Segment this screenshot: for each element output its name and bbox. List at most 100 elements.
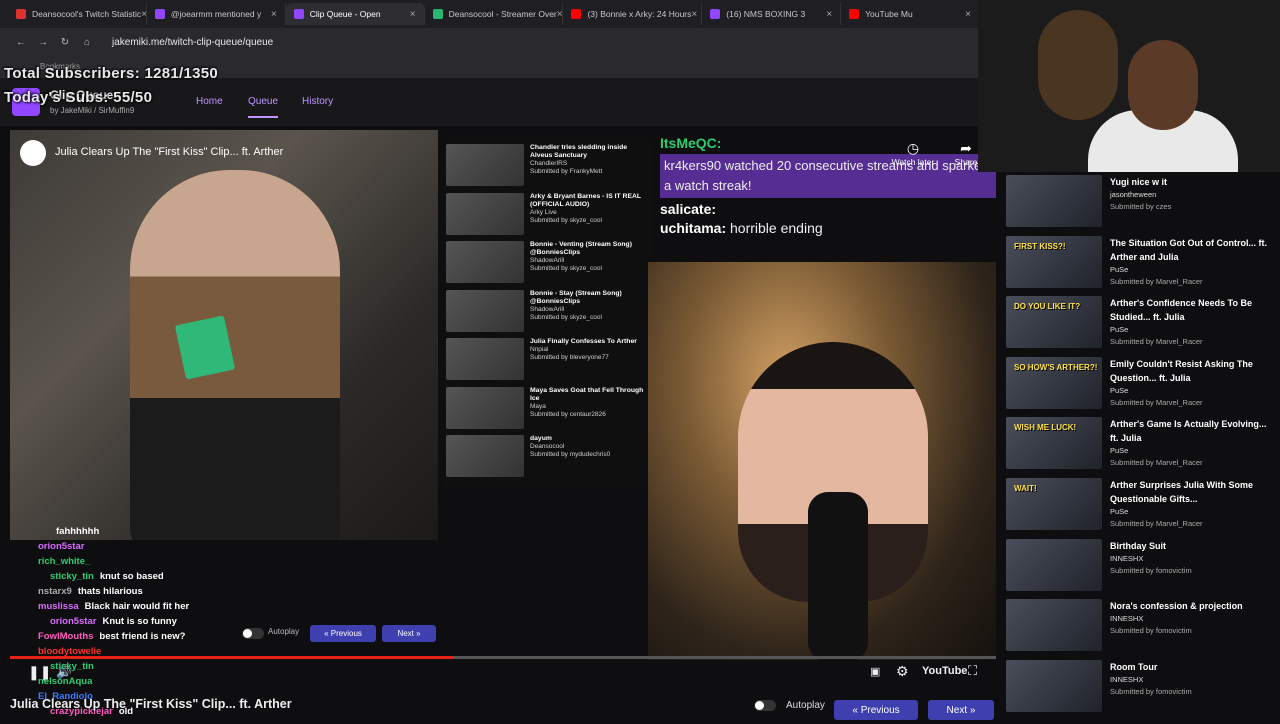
queue-thumbnail [1006, 659, 1102, 712]
youtube-logo[interactable]: YouTube [922, 665, 967, 677]
clip-title: Chandler tries sledding inside Alveus Sa… [530, 144, 628, 159]
queue-item-title: Emily Couldn't Resist Asking The Questio… [1110, 358, 1253, 383]
inner-queue-item[interactable]: Chandler tries sledding inside Alveus Sa… [444, 140, 652, 189]
close-tab-icon[interactable]: × [691, 9, 697, 20]
previous-button[interactable]: « Previous [834, 700, 918, 720]
autoplay-toggle[interactable] [754, 700, 776, 711]
address-bar[interactable]: jakemiki.me/twitch-clip-queue/queue [112, 37, 273, 48]
home-icon[interactable]: ⌂ [76, 37, 98, 48]
chat-message: FowlMouths best friend is new? [20, 629, 440, 644]
queue-item[interactable]: DO YOU LIKE IT? Arther's Confidence Needs… [1000, 293, 1280, 354]
inner-queue-item[interactable]: Julia Finally Confesses To Arther Nnpial S… [444, 334, 652, 383]
chat-username: uchitama: [660, 220, 727, 236]
queue-item[interactable]: SO HOW'S ARTHER?! Emily Couldn't Resist A… [1000, 354, 1280, 415]
inner-queue-item[interactable]: Bonnie - Venting (Stream Song) @BonniesC… [444, 237, 652, 286]
chat-message: orion5star Knut is so funny [20, 614, 440, 629]
inner-queue-item[interactable]: Arky & Bryant Barnes - IS IT REAL (OFFIC… [444, 189, 652, 238]
tab-label: YouTube Mu [865, 9, 913, 19]
video-person [130, 170, 340, 540]
next-button[interactable]: Next » [928, 700, 994, 720]
browser-tab[interactable]: @joearmm mentioned y × [147, 3, 286, 25]
queue-item-title: Room Tour [1110, 661, 1158, 672]
tab-label: (3) Bonnie x Arky: 24 Hours [587, 9, 692, 19]
forward-icon[interactable]: → [32, 37, 54, 48]
fullscreen-icon[interactable]: ⛶ [968, 663, 977, 679]
chat-message: uchitama: horrible ending [660, 220, 996, 236]
chat-username: nstarx9 [38, 586, 72, 597]
nav-history-link[interactable]: History [302, 96, 333, 107]
queue-thumbnail: DO YOU LIKE IT? [1006, 296, 1102, 349]
back-icon[interactable]: ← [10, 37, 32, 48]
clip-submitter: Submitted by FrankyMett [530, 168, 603, 175]
chat-message: muslissa Black hair would fit her [20, 599, 440, 614]
previous-chevron-icon: « [852, 704, 861, 716]
queue-thumbnail [1006, 538, 1102, 591]
clip-thumbnail [446, 386, 524, 429]
close-tab-icon[interactable]: × [826, 9, 832, 20]
chat-username: rich_white_ [38, 556, 91, 567]
queue-sidebar: Yugi nice w it jasontheween Submitted by c… [1000, 172, 1280, 720]
browser-tab[interactable]: Clip Queue - Open × [285, 3, 425, 25]
inner-queue-item[interactable]: Maya Saves Goat that Fell Through Ice May… [444, 383, 652, 432]
queue-item[interactable]: WAIT! Arther Surprises Julia With Some Qu… [1000, 475, 1280, 536]
tab-label: Deansocool - Streamer Over [448, 9, 557, 19]
queue-item[interactable]: FIRST KISS?! The Situation Got Out of Con… [1000, 233, 1280, 294]
share-button[interactable]: ➦ Share [948, 140, 984, 167]
clip-channel: Arky Live [530, 208, 557, 216]
next-chevron-icon: » [967, 704, 976, 716]
browser-tab[interactable]: Deansocool - Streamer Over × [425, 3, 564, 25]
tab-label: (16) NMS BOXING 3 [726, 9, 806, 19]
reload-icon[interactable]: ↻ [54, 37, 76, 48]
clip-video-frame[interactable] [10, 130, 438, 540]
nav-home-link[interactable]: Home [196, 96, 223, 107]
next-label: Next [946, 704, 968, 716]
chat-message: orion5star [20, 539, 440, 554]
queue-item[interactable]: Birthday Suit INNESHX Submitted by fomovic… [1000, 536, 1280, 597]
queue-item[interactable]: Yugi nice w it jasontheween Submitted by c… [1000, 172, 1280, 233]
tab-favicon-icon [571, 9, 582, 19]
clip-title: Arky & Bryant Barnes - IS IT REAL (OFFIC… [530, 192, 641, 208]
inner-queue-list: Chandler tries sledding inside Alveus Sa… [444, 140, 652, 490]
inner-queue-item[interactable]: dayum Deansocool Submitted by mydudechris0 [444, 431, 652, 480]
channel-avatar-icon[interactable] [20, 140, 46, 166]
tab-favicon-icon [432, 9, 443, 19]
clip-submitter: Submitted by skyze_cool [530, 216, 602, 224]
streamer-webcam [978, 0, 1280, 172]
captions-icon[interactable]: ▣ [870, 665, 880, 678]
chat-username: FowlMouths [38, 631, 94, 642]
chat-username: orion5star [50, 616, 97, 627]
video-title[interactable]: Julia Clears Up The "First Kiss" Clip...… [55, 146, 283, 158]
settings-gear-icon[interactable]: ⚙ [896, 663, 909, 680]
queue-item-channel: jasontheween [1110, 190, 1157, 199]
queue-item[interactable]: Nora's confession & projection INNESHX Sub… [1000, 596, 1280, 657]
streamer-camera [648, 262, 996, 660]
queue-item[interactable]: WISH ME LUCK! Arther's Game Is Actually E… [1000, 414, 1280, 475]
clip-thumbnail [446, 289, 524, 332]
browser-tab[interactable]: Deansocool's Twitch Statistic × [8, 3, 147, 25]
clip-submitter: Submitted by bleveryone77 [530, 354, 609, 361]
share-icon: ➦ [960, 140, 972, 156]
thumbnail-caption: SO HOW'S ARTHER?! [1014, 362, 1098, 372]
clip-channel: Deansocool [530, 443, 565, 450]
close-tab-icon[interactable]: × [557, 9, 563, 20]
chat-username: sticky_tin [50, 661, 94, 672]
close-tab-icon[interactable]: × [271, 9, 277, 20]
browser-tab[interactable]: (16) NMS BOXING 3 × [702, 3, 842, 25]
queue-thumbnail [1006, 599, 1102, 652]
close-tab-icon[interactable]: × [965, 9, 971, 20]
close-tab-icon[interactable]: × [410, 9, 416, 20]
nav-queue-link[interactable]: Queue [248, 96, 279, 118]
queue-item-title: Yugi nice w it [1110, 177, 1168, 187]
chat-message: bloodytowelie [20, 644, 440, 659]
queue-item[interactable]: Room Tour INNESHX Submitted by fomovictim [1000, 657, 1280, 718]
chat-text: thats hilarious [77, 586, 143, 597]
queue-thumbnail [1006, 175, 1102, 227]
browser-tab[interactable]: YouTube Mu × [841, 3, 981, 25]
queue-item-title: Arther's Game Is Actually Evolving... ft… [1110, 419, 1267, 444]
watch-later-button[interactable]: ◷ Watch later [886, 140, 940, 167]
clip-channel: ShadowArill [530, 257, 565, 264]
clip-thumbnail [446, 435, 524, 477]
inner-queue-item[interactable]: Bonnie - Stay (Stream Song) @BonniesClip… [444, 286, 652, 335]
browser-tab[interactable]: (3) Bonnie x Arky: 24 Hours × [563, 3, 703, 25]
chat-text: Knut is so funny [102, 616, 177, 627]
